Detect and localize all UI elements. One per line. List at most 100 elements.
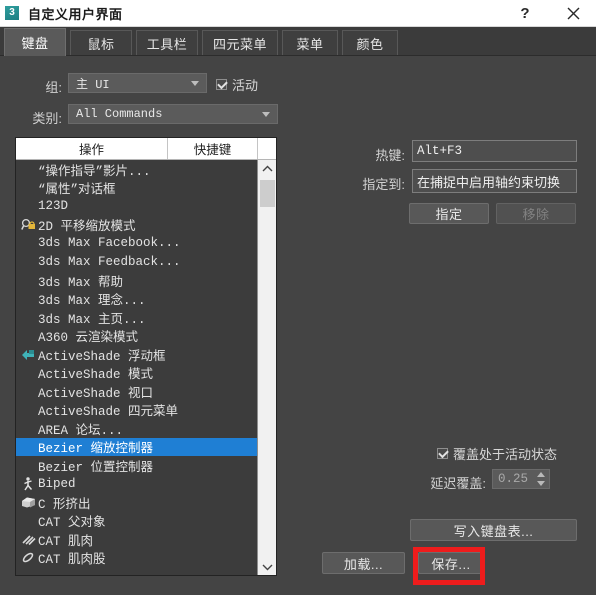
checkbox-box (216, 79, 227, 90)
column-header-action[interactable]: 操作 (16, 138, 168, 159)
list-item[interactable]: “操作指导”影片... (16, 160, 259, 179)
tab-strip: 键盘 鼠标 工具栏 四元菜单 菜单 颜色 (0, 27, 596, 56)
tab-quad-menu[interactable]: 四元菜单 (202, 30, 278, 55)
tab-toolbar[interactable]: 工具栏 (136, 30, 198, 55)
extrude-icon (20, 495, 36, 510)
list-item-label: 3ds Max 帮助 (38, 275, 124, 290)
hotkey-input[interactable]: Alt+F3 (412, 140, 577, 162)
list-item-label: 123D (38, 199, 69, 214)
spinner-arrows-icon[interactable] (537, 472, 545, 486)
write-keyboard-chart-button[interactable]: 写入键盘表... (410, 519, 577, 541)
activeshade-icon (20, 347, 36, 362)
group-combobox[interactable]: 主 UI (68, 73, 207, 93)
list-scrollbar[interactable] (257, 160, 276, 575)
list-item[interactable]: 3ds Max 帮助 (16, 271, 259, 290)
list-item-label: A360 云渲染模式 (38, 331, 139, 346)
list-item[interactable]: CAT 肌肉 (16, 530, 259, 549)
title-bar: 3 自定义用户界面 ? (0, 0, 596, 27)
list-item-label: “操作指导”影片... (38, 164, 151, 179)
group-active-label: 活动 (232, 78, 259, 93)
hotkey-value: Alt+F3 (417, 144, 463, 158)
list-item-label: AREA 论坛... (38, 423, 124, 438)
assigned-to-value: 在捕捉中启用轴约束切换 (417, 174, 561, 190)
window-title: 自定义用户界面 (28, 6, 123, 22)
list-item[interactable]: Bezier 位置控制器 (16, 456, 259, 475)
list-item[interactable]: 123D (16, 197, 259, 216)
list-item[interactable]: Biped (16, 475, 259, 494)
list-item[interactable]: 3ds Max Feedback... (16, 253, 259, 272)
list-item-label: 2D 平移缩放模式 (38, 220, 136, 235)
list-item[interactable]: ActiveShade 浮动框 (16, 345, 259, 364)
app-icon: 3 (5, 6, 19, 20)
column-header-shortcut[interactable]: 快捷键 (168, 138, 258, 159)
chevron-up-icon[interactable] (258, 160, 276, 178)
group-active-checkbox[interactable]: 活动 (216, 75, 258, 94)
list-item-label: CAT 肌肉 (38, 534, 94, 549)
tab-mouse[interactable]: 鼠标 (70, 30, 132, 55)
category-combobox-value: All Commands (76, 107, 163, 121)
group-combobox-value: 主 UI (76, 77, 110, 92)
magnifier-lock-icon (20, 217, 36, 232)
list-item-label: CAT 父对象 (38, 516, 106, 531)
command-list[interactable]: 操作 快捷键 “操作指导”影片... “属性”对话框 123D 2D 平移缩放模… (15, 137, 277, 576)
list-item-label: 3ds Max Facebook... (38, 236, 181, 251)
list-item[interactable]: 3ds Max Facebook... (16, 234, 259, 253)
load-button[interactable]: 加载... (322, 552, 405, 574)
list-item[interactable]: “属性”对话框 (16, 179, 259, 198)
close-icon[interactable] (560, 0, 586, 27)
checkbox-box (437, 448, 448, 459)
list-item[interactable]: A360 云渲染模式 (16, 327, 259, 346)
help-button[interactable]: ? (512, 0, 538, 27)
category-combobox[interactable]: All Commands (68, 104, 278, 124)
remove-button[interactable]: 移除 (496, 203, 576, 224)
chevron-down-icon (191, 81, 199, 86)
assigned-to-label: 指定到: (362, 177, 405, 192)
list-item-label: C 形挤出 (38, 497, 91, 512)
list-item-label: 3ds Max Feedback... (38, 254, 181, 269)
hotkey-label: 热键: (375, 148, 405, 163)
tab-colors[interactable]: 颜色 (342, 30, 398, 55)
list-item[interactable]: ActiveShade 四元菜单 (16, 401, 259, 420)
list-item-label: 3ds Max 理念... (38, 294, 146, 309)
list-item[interactable]: 3ds Max 主页... (16, 308, 259, 327)
assigned-to-input[interactable]: 在捕捉中启用轴约束切换 (412, 169, 577, 193)
override-active-label: 覆盖处于活动状态 (453, 447, 558, 462)
list-item[interactable]: AREA 论坛... (16, 419, 259, 438)
chevron-down-icon (262, 112, 270, 117)
list-item-label: ActiveShade 视口 (38, 386, 154, 401)
assign-button[interactable]: 指定 (409, 203, 489, 224)
list-item-label: 3ds Max 主页... (38, 312, 146, 327)
list-item[interactable]: 3ds Max 理念... (16, 290, 259, 309)
list-item[interactable]: ActiveShade 模式 (16, 364, 259, 383)
delay-override-spinner[interactable]: 0.25 (492, 469, 550, 489)
list-item-label: “属性”对话框 (38, 183, 116, 198)
list-item-label: ActiveShade 模式 (38, 368, 154, 383)
list-item[interactable]: 2D 平移缩放模式 (16, 216, 259, 235)
override-active-checkbox[interactable]: 覆盖处于活动状态 (437, 444, 557, 463)
list-item[interactable]: ActiveShade 视口 (16, 382, 259, 401)
list-item-selected[interactable]: Bezier 缩放控制器 (16, 437, 259, 457)
cat-muscle-strand-icon (20, 550, 36, 565)
delay-override-label: 延迟覆盖: (430, 476, 486, 491)
chevron-down-icon[interactable] (258, 558, 276, 575)
list-item-label: ActiveShade 浮动框 (38, 349, 166, 364)
list-item-label: Bezier 位置控制器 (38, 460, 154, 475)
list-header: 操作 快捷键 (16, 138, 276, 160)
cat-muscle-icon (20, 532, 36, 547)
delay-override-value: 0.25 (498, 472, 529, 486)
scrollbar-thumb[interactable] (260, 180, 275, 207)
list-item-label: Bezier 缩放控制器 (38, 442, 154, 457)
list-item[interactable]: C 形挤出 (16, 493, 259, 512)
list-item-label: CAT 肌肉股 (38, 553, 106, 568)
keyboard-panel: 组: 主 UI 活动 类别: All Commands 操作 快捷键 “操作指导… (0, 56, 596, 595)
list-item-label: Biped (38, 476, 76, 491)
list-item-label: ActiveShade 四元菜单 (38, 405, 179, 420)
list-item[interactable]: CAT 肌肉股 (16, 549, 259, 568)
category-label: 类别: (32, 111, 62, 126)
list-item[interactable]: CAT 父对象 (16, 512, 259, 531)
group-label: 组: (45, 80, 62, 95)
tab-menu[interactable]: 菜单 (282, 30, 338, 55)
save-button[interactable]: 保存... (418, 552, 484, 574)
list-rows: “操作指导”影片... “属性”对话框 123D 2D 平移缩放模式 3ds M… (16, 160, 259, 575)
tab-keyboard[interactable]: 键盘 (4, 28, 66, 56)
